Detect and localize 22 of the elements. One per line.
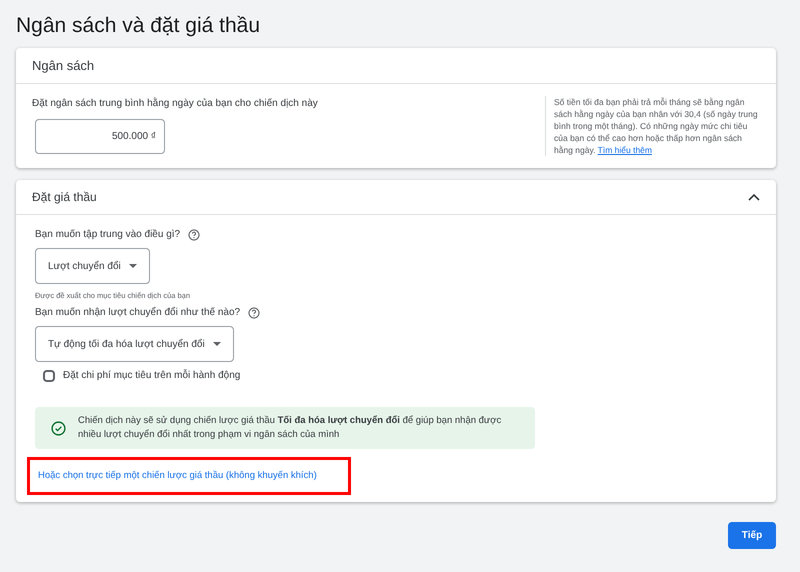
learn-more-link[interactable]: Tìm hiểu thêm — [598, 145, 652, 155]
strategy-link[interactable]: Hoặc chọn trực tiếp một chiến lược giá thầu (không khuyến khích) — [38, 469, 317, 484]
help-icon[interactable] — [248, 306, 260, 319]
focus-dropdown[interactable]: Lượt chuyển đổi — [35, 248, 150, 284]
collapse-icon[interactable] — [748, 194, 760, 200]
page-title: Ngân sách và đặt giá thầu — [16, 13, 260, 39]
method-dropdown[interactable]: Tự động tối đa hóa lượt chuyển đổi — [35, 326, 234, 362]
notice-text: Chiến dịch này sẽ sử dụng chiến lược giá thầu Tối đa hóa lượt chuyển đổi để giúp bạn nhận được nhiều lượt chuyển đổi nhất trong phạm vi ngân sách của mình — [78, 414, 502, 442]
card-title: Đặt giá thầu — [32, 189, 97, 206]
checkbox-label: Đặt chi phí mục tiêu trên mỗi hành động — [63, 368, 240, 384]
question-label: Bạn muốn tập trung vào điều gì? — [35, 228, 180, 242]
help-icon[interactable] — [188, 228, 200, 240]
next-button[interactable]: Tiếp — [728, 522, 776, 549]
card-title: Ngân sách — [32, 56, 94, 75]
question-label: Bạn muốn nhận lượt chuyển đổi như thế nào? — [35, 306, 240, 320]
checkbox[interactable] — [43, 370, 55, 382]
help-text: Số tiền tối đa bạn phải trả mỗi tháng sẽ bằng ngân sách hằng ngày của bạn nhân với 30,4 (số ngày trung bình trong một tháng). Có những ngày mức chi tiêu của bạn có thể cao hơn hoặc thấp hơn ngân sách hằng ngày. Tìm hiểu thêm — [545, 96, 760, 156]
caret-icon — [128, 264, 137, 268]
budget-field[interactable]: 500.000 ₫ — [35, 119, 165, 154]
check-circle-icon — [51, 420, 66, 436]
field-label: Đặt ngân sách trung bình hằng ngày của bạn cho chiến dịch này — [32, 96, 318, 111]
caret-icon — [212, 342, 221, 346]
